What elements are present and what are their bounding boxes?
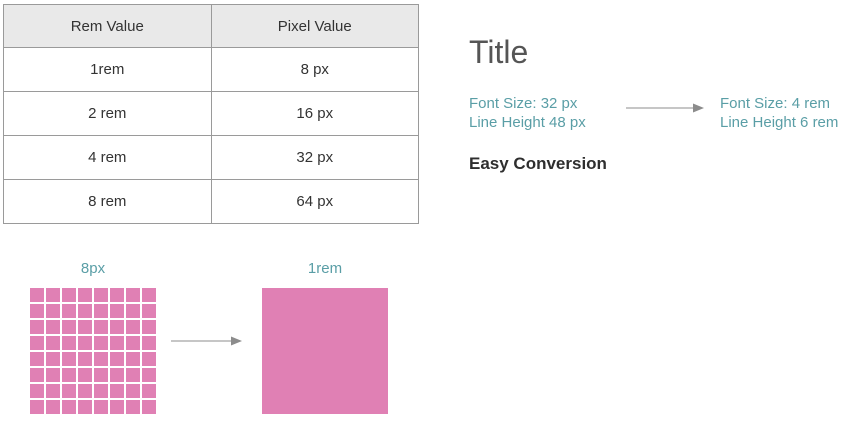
pixel-cell (142, 320, 156, 334)
pixel-cell (46, 320, 60, 334)
pixel-cell (110, 288, 124, 302)
pixel-cell: 8 px (210, 47, 419, 92)
pixel-cell (78, 384, 92, 398)
pixel-cell (110, 320, 124, 334)
target-values: Font Size: 4 rem Line Height 6 rem (720, 94, 838, 132)
pixel-cell (30, 336, 44, 350)
rem-cell: 2 rem (3, 91, 212, 136)
source-font-size: Font Size: 32 px (469, 95, 578, 112)
pixel-cell (62, 304, 76, 318)
pixel-cell (94, 352, 108, 366)
easy-conversion-label: Easy Conversion (469, 154, 607, 173)
pixel-cell (94, 400, 108, 414)
pixel-cell (62, 336, 76, 350)
conversion-arrow-icon (626, 103, 704, 113)
pixel-cell (142, 352, 156, 366)
pixel-cell (78, 304, 92, 318)
pixel-cell (94, 336, 108, 350)
pixel-cell (46, 400, 60, 414)
pixel-cell (142, 400, 156, 414)
table-header-row: Rem Value Pixel Value (3, 4, 419, 48)
pixel-cell (46, 336, 60, 350)
pixel-cell (46, 304, 60, 318)
pixel-cell (94, 384, 108, 398)
pixel-cell (94, 320, 108, 334)
pixel-cell (78, 336, 92, 350)
pixel-grid (30, 288, 156, 414)
pixel-cell (126, 400, 140, 414)
conversion-table: Rem Value Pixel Value 1rem 8 px 2 rem 16… (3, 4, 419, 224)
pixel-cell (110, 368, 124, 382)
pixel-cell (110, 352, 124, 366)
pixel-cell (142, 384, 156, 398)
pixel-cell (142, 304, 156, 318)
pixel-cell: 64 px (210, 179, 419, 224)
pixel-cell (62, 368, 76, 382)
pixel-cell (110, 304, 124, 318)
pixel-cell (46, 288, 60, 302)
pixel-cell (30, 288, 44, 302)
pixel-cell (62, 400, 76, 414)
source-values: Font Size: 32 px Line Height 48 px (469, 94, 586, 132)
pixel-cell (30, 352, 44, 366)
pixel-cell (78, 400, 92, 414)
pixel-cell (110, 336, 124, 350)
pixel-cell (46, 352, 60, 366)
pixel-cell (78, 320, 92, 334)
pixel-cell (30, 304, 44, 318)
pixel-cell (30, 400, 44, 414)
pixel-cell: 16 px (210, 91, 419, 136)
source-line-height: Line Height 48 px (469, 114, 586, 131)
pixel-cell (62, 320, 76, 334)
pixel-cell (110, 384, 124, 398)
table-row: 4 rem 32 px (3, 135, 419, 180)
table-row: 8 rem 64 px (3, 179, 419, 224)
table-row: 2 rem 16 px (3, 91, 419, 136)
pixel-cell (94, 368, 108, 382)
page-title: Title (469, 34, 529, 70)
pixel-cell: 32 px (210, 135, 419, 180)
pixel-cell (62, 384, 76, 398)
block-caption: 1rem (307, 260, 343, 277)
header-rem: Rem Value (3, 4, 212, 48)
rem-block (262, 288, 388, 414)
target-font-size: Font Size: 4 rem (720, 95, 831, 112)
pixel-cell (94, 304, 108, 318)
pixel-cell (126, 320, 140, 334)
grid-arrow-icon (171, 336, 242, 346)
pixel-cell (46, 368, 60, 382)
table-row: 1rem 8 px (3, 47, 419, 92)
pixel-cell (126, 304, 140, 318)
pixel-cell (30, 384, 44, 398)
pixel-cell (62, 352, 76, 366)
header-pixel: Pixel Value (210, 4, 419, 48)
pixel-cell (142, 288, 156, 302)
pixel-cell (62, 288, 76, 302)
pixel-cell (126, 352, 140, 366)
grid-caption: 8px (80, 260, 106, 277)
pixel-cell (94, 288, 108, 302)
pixel-cell (126, 384, 140, 398)
pixel-cell (78, 288, 92, 302)
pixel-cell (142, 336, 156, 350)
pixel-cell (30, 368, 44, 382)
rem-cell: 4 rem (3, 135, 212, 180)
pixel-cell (142, 368, 156, 382)
rem-cell: 8 rem (3, 179, 212, 224)
pixel-cell (110, 400, 124, 414)
pixel-cell (126, 336, 140, 350)
rem-cell: 1rem (3, 47, 212, 92)
target-line-height: Line Height 6 rem (720, 114, 839, 131)
pixel-cell (126, 368, 140, 382)
pixel-cell (46, 384, 60, 398)
pixel-cell (78, 368, 92, 382)
pixel-cell (30, 320, 44, 334)
pixel-cell (78, 352, 92, 366)
pixel-cell (126, 288, 140, 302)
